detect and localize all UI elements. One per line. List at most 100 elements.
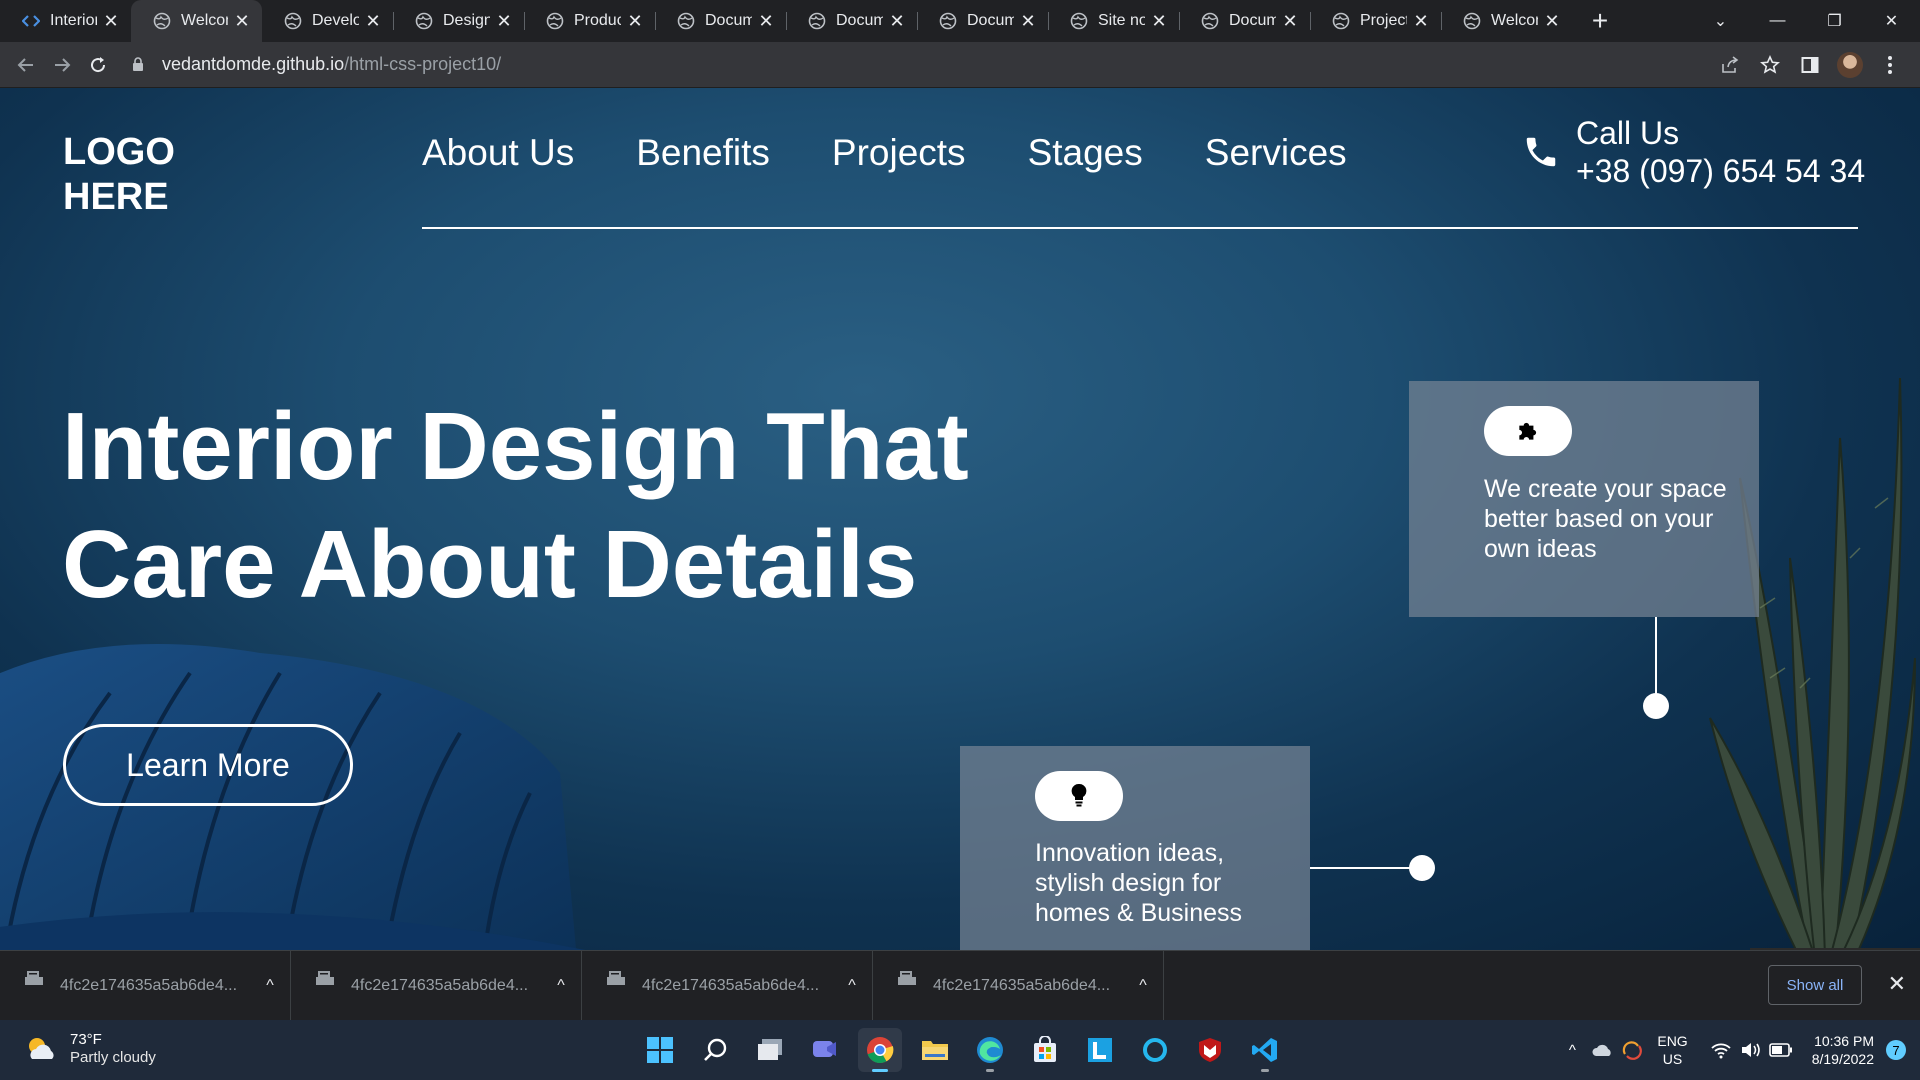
menu-icon[interactable] (1870, 47, 1910, 83)
close-icon[interactable]: ✕ (889, 11, 905, 31)
learn-more-button[interactable]: Learn More (63, 724, 353, 806)
close-icon[interactable]: ✕ (234, 11, 250, 31)
mcafee-app[interactable] (1188, 1028, 1232, 1072)
browser-tab[interactable]: Project ✕ (1310, 0, 1441, 42)
chrome-app[interactable] (858, 1028, 902, 1072)
browser-tab[interactable]: Docum ✕ (655, 0, 786, 42)
download-item[interactable]: 4fc2e174635a5ab6de4... ^ (873, 950, 1164, 1021)
code-icon (22, 12, 40, 30)
chevron-up-icon[interactable]: ^ (541, 977, 581, 995)
tab-search-icon[interactable]: ⌄ (1692, 0, 1749, 42)
download-item[interactable]: 4fc2e174635a5ab6de4... ^ (0, 950, 291, 1021)
close-window-button[interactable]: ✕ (1863, 0, 1920, 42)
windows-taskbar: 73°F Partly cloudy ^ ENG US 10:36 PM 8/1… (0, 1020, 1920, 1080)
cortana-app[interactable] (1133, 1028, 1177, 1072)
browser-tab-active[interactable]: Welcom ✕ (131, 0, 262, 42)
wifi-icon[interactable] (1706, 1041, 1736, 1059)
nav-projects[interactable]: Projects (832, 130, 966, 176)
close-icon[interactable]: ✕ (1413, 11, 1429, 31)
windows-icon (647, 1037, 673, 1063)
language-code: ENG (1657, 1033, 1688, 1049)
browser-tab[interactable]: Site not ✕ (1048, 0, 1179, 42)
nav-about-us[interactable]: About Us (422, 130, 574, 176)
chevron-up-icon[interactable]: ^ (832, 977, 872, 995)
vscode-app[interactable] (1243, 1028, 1287, 1072)
browser-tab[interactable]: Docum ✕ (1179, 0, 1310, 42)
browser-tab[interactable]: Docum ✕ (917, 0, 1048, 42)
close-icon[interactable]: ✕ (627, 11, 643, 31)
phone-number[interactable]: +38 (097) 654 54 34 (1576, 152, 1865, 190)
tab-title: Welcom (181, 12, 228, 29)
new-tab-button[interactable]: + (1572, 0, 1628, 42)
call-us[interactable]: Call Us +38 (097) 654 54 34 (1522, 114, 1865, 190)
close-icon[interactable]: ✕ (1888, 971, 1906, 997)
show-all-button[interactable]: Show all (1768, 965, 1862, 1005)
forward-button[interactable] (44, 47, 80, 83)
file-icon (898, 970, 916, 985)
file-explorer-app[interactable] (913, 1028, 957, 1072)
close-icon[interactable]: ✕ (1544, 11, 1560, 31)
search-button[interactable] (693, 1028, 737, 1072)
profile-avatar[interactable] (1837, 51, 1863, 78)
tab-title: Docum (1229, 12, 1276, 29)
teams-chat-button[interactable] (803, 1028, 847, 1072)
battery-icon[interactable] (1766, 1043, 1796, 1057)
close-icon[interactable]: ✕ (758, 11, 774, 31)
close-icon[interactable]: ✕ (1151, 11, 1167, 31)
language-indicator[interactable]: ENG US (1657, 1032, 1687, 1068)
edge-app[interactable] (968, 1028, 1012, 1072)
reload-icon (91, 56, 106, 72)
browser-tab[interactable]: Develo ✕ (262, 0, 393, 42)
back-button[interactable] (8, 47, 44, 83)
partly-cloudy-icon (29, 1038, 54, 1059)
chevron-up-icon[interactable]: ^ (250, 977, 290, 995)
onedrive-icon[interactable] (1587, 1042, 1617, 1058)
close-icon[interactable]: ✕ (103, 11, 119, 31)
restore-button[interactable]: ❐ (1806, 0, 1863, 42)
close-icon[interactable]: ✕ (496, 11, 512, 31)
minimize-button[interactable]: — (1749, 0, 1806, 42)
vscode-icon (1252, 1038, 1277, 1062)
volume-icon[interactable] (1736, 1041, 1766, 1059)
close-icon[interactable]: ✕ (1020, 11, 1036, 31)
phone-icon (1526, 137, 1556, 167)
tab-title: Product (574, 12, 621, 29)
nav-benefits[interactable]: Benefits (636, 130, 770, 176)
globe-icon (546, 12, 564, 30)
connector-dot (1409, 855, 1435, 881)
main-nav: About Us Benefits Projects Stages Servic… (422, 130, 1347, 176)
close-icon[interactable]: ✕ (1282, 11, 1298, 31)
address-bar[interactable]: vedantdomde.github.io/html-css-project10… (128, 47, 1710, 83)
close-icon[interactable]: ✕ (365, 11, 381, 31)
browser-tab[interactable]: Design ✕ (393, 0, 524, 42)
star-icon[interactable] (1750, 47, 1790, 83)
nav-services[interactable]: Services (1205, 130, 1347, 176)
side-panel-icon[interactable] (1790, 47, 1830, 83)
lock-icon[interactable] (128, 57, 148, 72)
browser-tab[interactable]: Interior ✕ (0, 0, 131, 42)
browser-tab[interactable]: Docum ✕ (786, 0, 917, 42)
task-view-button[interactable] (748, 1028, 792, 1072)
notification-badge[interactable]: 7 (1886, 1040, 1906, 1060)
reload-button[interactable] (80, 47, 116, 83)
sync-icon[interactable] (1617, 1040, 1647, 1060)
site-logo[interactable]: LOGO HERE (63, 130, 175, 220)
cortana-icon (1143, 1038, 1167, 1062)
download-filename: 4fc2e174635a5ab6de4... (642, 976, 820, 994)
download-item[interactable]: 4fc2e174635a5ab6de4... ^ (291, 950, 582, 1021)
store-app[interactable] (1023, 1028, 1067, 1072)
tab-title: Docum (836, 12, 883, 29)
nav-stages[interactable]: Stages (1028, 130, 1143, 176)
weather-widget[interactable]: 73°F Partly cloudy (24, 1031, 156, 1067)
browser-tab[interactable]: Product ✕ (524, 0, 655, 42)
download-filename: 4fc2e174635a5ab6de4... (933, 976, 1111, 994)
chevron-up-icon[interactable]: ^ (1123, 977, 1163, 995)
chevron-up-icon[interactable]: ^ (1557, 1042, 1587, 1059)
browser-tab[interactable]: Welcom ✕ (1441, 0, 1572, 42)
download-item[interactable]: 4fc2e174635a5ab6de4... ^ (582, 950, 873, 1021)
l-app[interactable] (1078, 1028, 1122, 1072)
start-button[interactable] (638, 1028, 682, 1072)
clock[interactable]: 10:36 PM 8/19/2022 (1812, 1032, 1874, 1068)
share-icon[interactable] (1710, 47, 1750, 83)
window-controls: ⌄ — ❐ ✕ (1692, 0, 1920, 42)
